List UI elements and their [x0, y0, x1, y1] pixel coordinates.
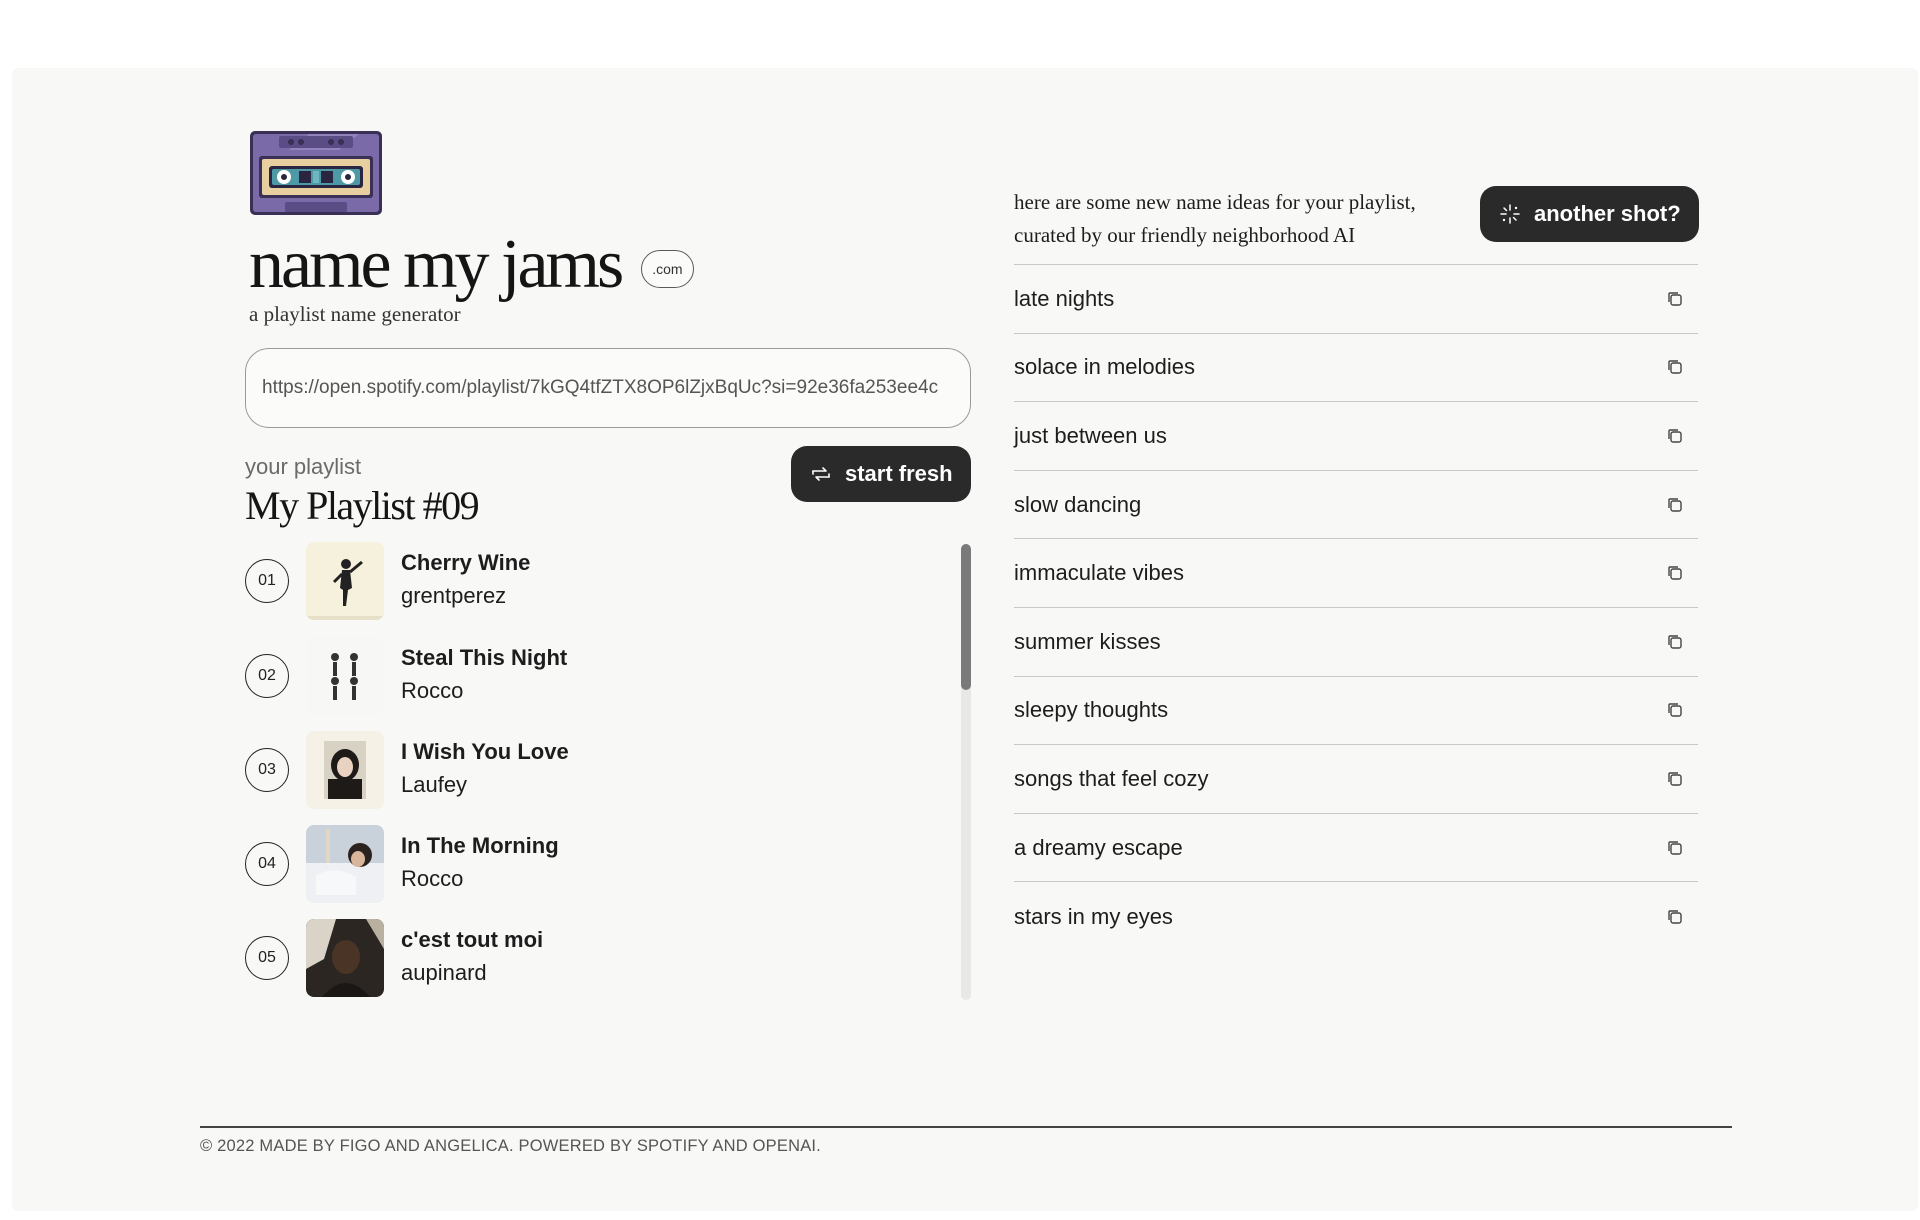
- copy-icon[interactable]: [1666, 908, 1684, 926]
- name-suggestion-row[interactable]: a dreamy escape: [1014, 814, 1698, 883]
- album-art-image: [306, 825, 384, 903]
- track-row[interactable]: 02 Steal This Night Rocco: [245, 637, 945, 715]
- cassette-logo-icon: [250, 131, 382, 215]
- copy-icon[interactable]: [1666, 633, 1684, 651]
- start-fresh-button[interactable]: start fresh: [791, 446, 971, 502]
- sparkle-icon: [1500, 204, 1520, 224]
- track-title: In The Morning: [401, 833, 559, 858]
- name-suggestion-text: slow dancing: [1014, 491, 1142, 517]
- name-suggestion-text: late nights: [1014, 285, 1115, 311]
- page: name my jams .com a playlist name genera…: [12, 68, 1918, 1211]
- footer-text: © 2022 MADE BY FIGO AND ANGELICA. POWERE…: [200, 1137, 821, 1155]
- copy-icon[interactable]: [1666, 770, 1684, 788]
- name-suggestion-row[interactable]: stars in my eyes: [1014, 882, 1698, 951]
- refresh-icon: [812, 467, 830, 481]
- track-title: I Wish You Love: [401, 739, 569, 764]
- start-fresh-label: start fresh: [845, 461, 953, 486]
- copy-icon[interactable]: [1666, 427, 1684, 445]
- another-shot-label: another shot?: [1534, 201, 1681, 226]
- track-title: Steal This Night: [401, 645, 568, 670]
- track-number: 03: [245, 748, 289, 792]
- name-suggestion-text: just between us: [1014, 422, 1167, 448]
- title-row: name my jams .com: [249, 230, 694, 300]
- track-number: 05: [245, 936, 289, 980]
- name-suggestion-row[interactable]: songs that feel cozy: [1014, 745, 1698, 814]
- track-title: c'est tout moi: [401, 927, 544, 952]
- copy-icon[interactable]: [1666, 839, 1684, 857]
- name-suggestion-list: late nights solace in melodies just betw…: [1014, 264, 1698, 951]
- app-title: name my jams: [249, 226, 624, 303]
- playlist-url-input[interactable]: [245, 348, 971, 428]
- name-suggestion-text: solace in melodies: [1014, 354, 1195, 380]
- track-title: Cherry Wine: [401, 550, 531, 575]
- name-suggestion-row[interactable]: solace in melodies: [1014, 334, 1698, 403]
- album-art-image: [306, 542, 384, 620]
- scrollbar-thumb[interactable]: [961, 544, 971, 690]
- track-artist: Laufey: [401, 772, 468, 797]
- name-suggestion-text: stars in my eyes: [1014, 903, 1173, 929]
- playlist-section-label: your playlist: [245, 454, 362, 479]
- name-suggestion-text: summer kisses: [1014, 628, 1161, 654]
- copy-icon[interactable]: [1666, 701, 1684, 719]
- copy-icon[interactable]: [1666, 290, 1684, 308]
- album-art-image: [306, 731, 384, 809]
- suggestions-intro: here are some new name ideas for your pl…: [1014, 190, 1416, 247]
- track-artist: grentperez: [401, 583, 507, 608]
- name-suggestion-row[interactable]: immaculate vibes: [1014, 539, 1698, 608]
- name-suggestion-text: sleepy thoughts: [1014, 697, 1169, 723]
- track-list-scrollbar[interactable]: [961, 544, 971, 1000]
- track-artist: Rocco: [401, 866, 464, 891]
- name-suggestion-row[interactable]: slow dancing: [1014, 471, 1698, 540]
- track-artist: aupinard: [401, 960, 487, 985]
- track-list[interactable]: 01 Cherry Wine grentperez 02 Steal This …: [245, 542, 971, 1000]
- name-suggestion-text: a dreamy escape: [1014, 834, 1183, 860]
- app-subtitle: a playlist name generator: [249, 302, 461, 326]
- track-number: 04: [245, 842, 289, 886]
- track-artist: Rocco: [401, 678, 464, 703]
- domain-badge: .com: [641, 250, 694, 288]
- name-suggestion-row[interactable]: summer kisses: [1014, 608, 1698, 677]
- track-row[interactable]: 05 c'est tout moi aupinard: [245, 919, 945, 997]
- name-suggestion-row[interactable]: just between us: [1014, 402, 1698, 471]
- name-suggestion-text: immaculate vibes: [1014, 560, 1184, 586]
- track-row[interactable]: 04 In The Morning Rocco: [245, 825, 945, 903]
- track-number: 02: [245, 654, 289, 698]
- playlist-name: My Playlist #09: [245, 483, 480, 528]
- album-art-image: [306, 637, 384, 715]
- copy-icon[interactable]: [1666, 496, 1684, 514]
- name-suggestion-row[interactable]: sleepy thoughts: [1014, 677, 1698, 746]
- copy-icon[interactable]: [1666, 358, 1684, 376]
- track-number: 01: [245, 559, 289, 603]
- track-row[interactable]: 01 Cherry Wine grentperez: [245, 542, 945, 620]
- copy-icon[interactable]: [1666, 564, 1684, 582]
- footer-divider: [200, 1126, 1732, 1128]
- name-suggestion-text: songs that feel cozy: [1014, 765, 1209, 791]
- name-suggestion-row[interactable]: late nights: [1014, 265, 1698, 334]
- another-shot-button[interactable]: another shot?: [1480, 186, 1699, 242]
- album-art-image: [306, 919, 384, 997]
- track-row[interactable]: 03 I Wish You Love Laufey: [245, 731, 945, 809]
